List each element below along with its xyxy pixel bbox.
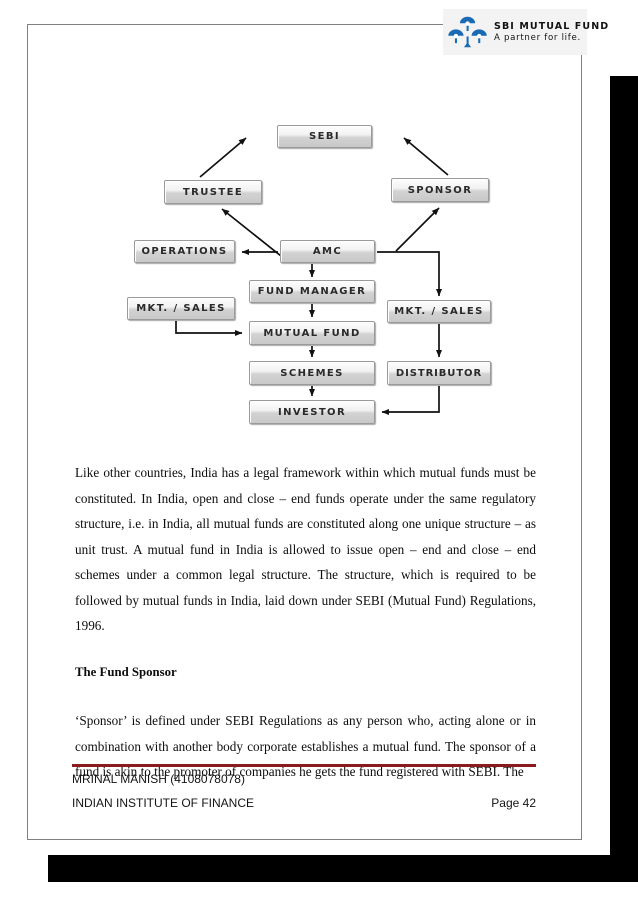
- diagram-node-schemes: SCHEMES: [249, 361, 375, 385]
- page-shadow-bottom: [48, 855, 638, 882]
- logo-wordmark: SBI MUTUAL FUND A partner for life.: [494, 21, 609, 42]
- diagram-node-operations: OPERATIONS: [134, 240, 235, 263]
- page-shadow-right: [610, 76, 638, 863]
- diagram-node-amc: AMC: [280, 240, 375, 263]
- paragraph-legal-framework: Like other countries, India has a legal …: [75, 465, 536, 634]
- footer-page-number: Page 42: [491, 796, 536, 810]
- mutual-fund-structure-diagram: SEBI TRUSTEE SPONSOR OPERATIONS AMC FUND…: [28, 25, 583, 425]
- diagram-node-sponsor: SPONSOR: [391, 178, 489, 202]
- diagram-node-distributor: DISTRIBUTOR: [387, 361, 491, 385]
- logo-line-2: A partner for life.: [494, 32, 581, 43]
- document-page: SEBI TRUSTEE SPONSOR OPERATIONS AMC FUND…: [27, 24, 582, 840]
- diagram-node-mkt-sales-right: MKT. / SALES: [387, 300, 491, 323]
- footer-institute-row: INDIAN INSTITUTE OF FINANCE Page 42: [72, 796, 536, 810]
- diagram-node-mutual-fund: MUTUAL FUND: [249, 321, 375, 345]
- footer-institute-name: INDIAN INSTITUTE OF FINANCE: [72, 796, 255, 810]
- diagram-node-fund-manager: FUND MANAGER: [249, 280, 375, 303]
- footer-author: MRINAL MANISH (4108078078): [72, 772, 245, 786]
- sbi-tree-logo-icon: [448, 16, 487, 48]
- diagram-node-sebi: SEBI: [277, 125, 372, 148]
- footer-divider-rule: [72, 764, 536, 767]
- diagram-node-trustee: TRUSTEE: [164, 180, 262, 204]
- diagram-node-investor: INVESTOR: [249, 400, 375, 424]
- section-heading-fund-sponsor: The Fund Sponsor: [75, 664, 177, 679]
- diagram-node-mkt-sales-left: MKT. / SALES: [127, 297, 235, 320]
- sbi-mutual-fund-logo: SBI MUTUAL FUND A partner for life.: [443, 9, 608, 55]
- logo-line-1: SBI MUTUAL FUND: [494, 21, 610, 33]
